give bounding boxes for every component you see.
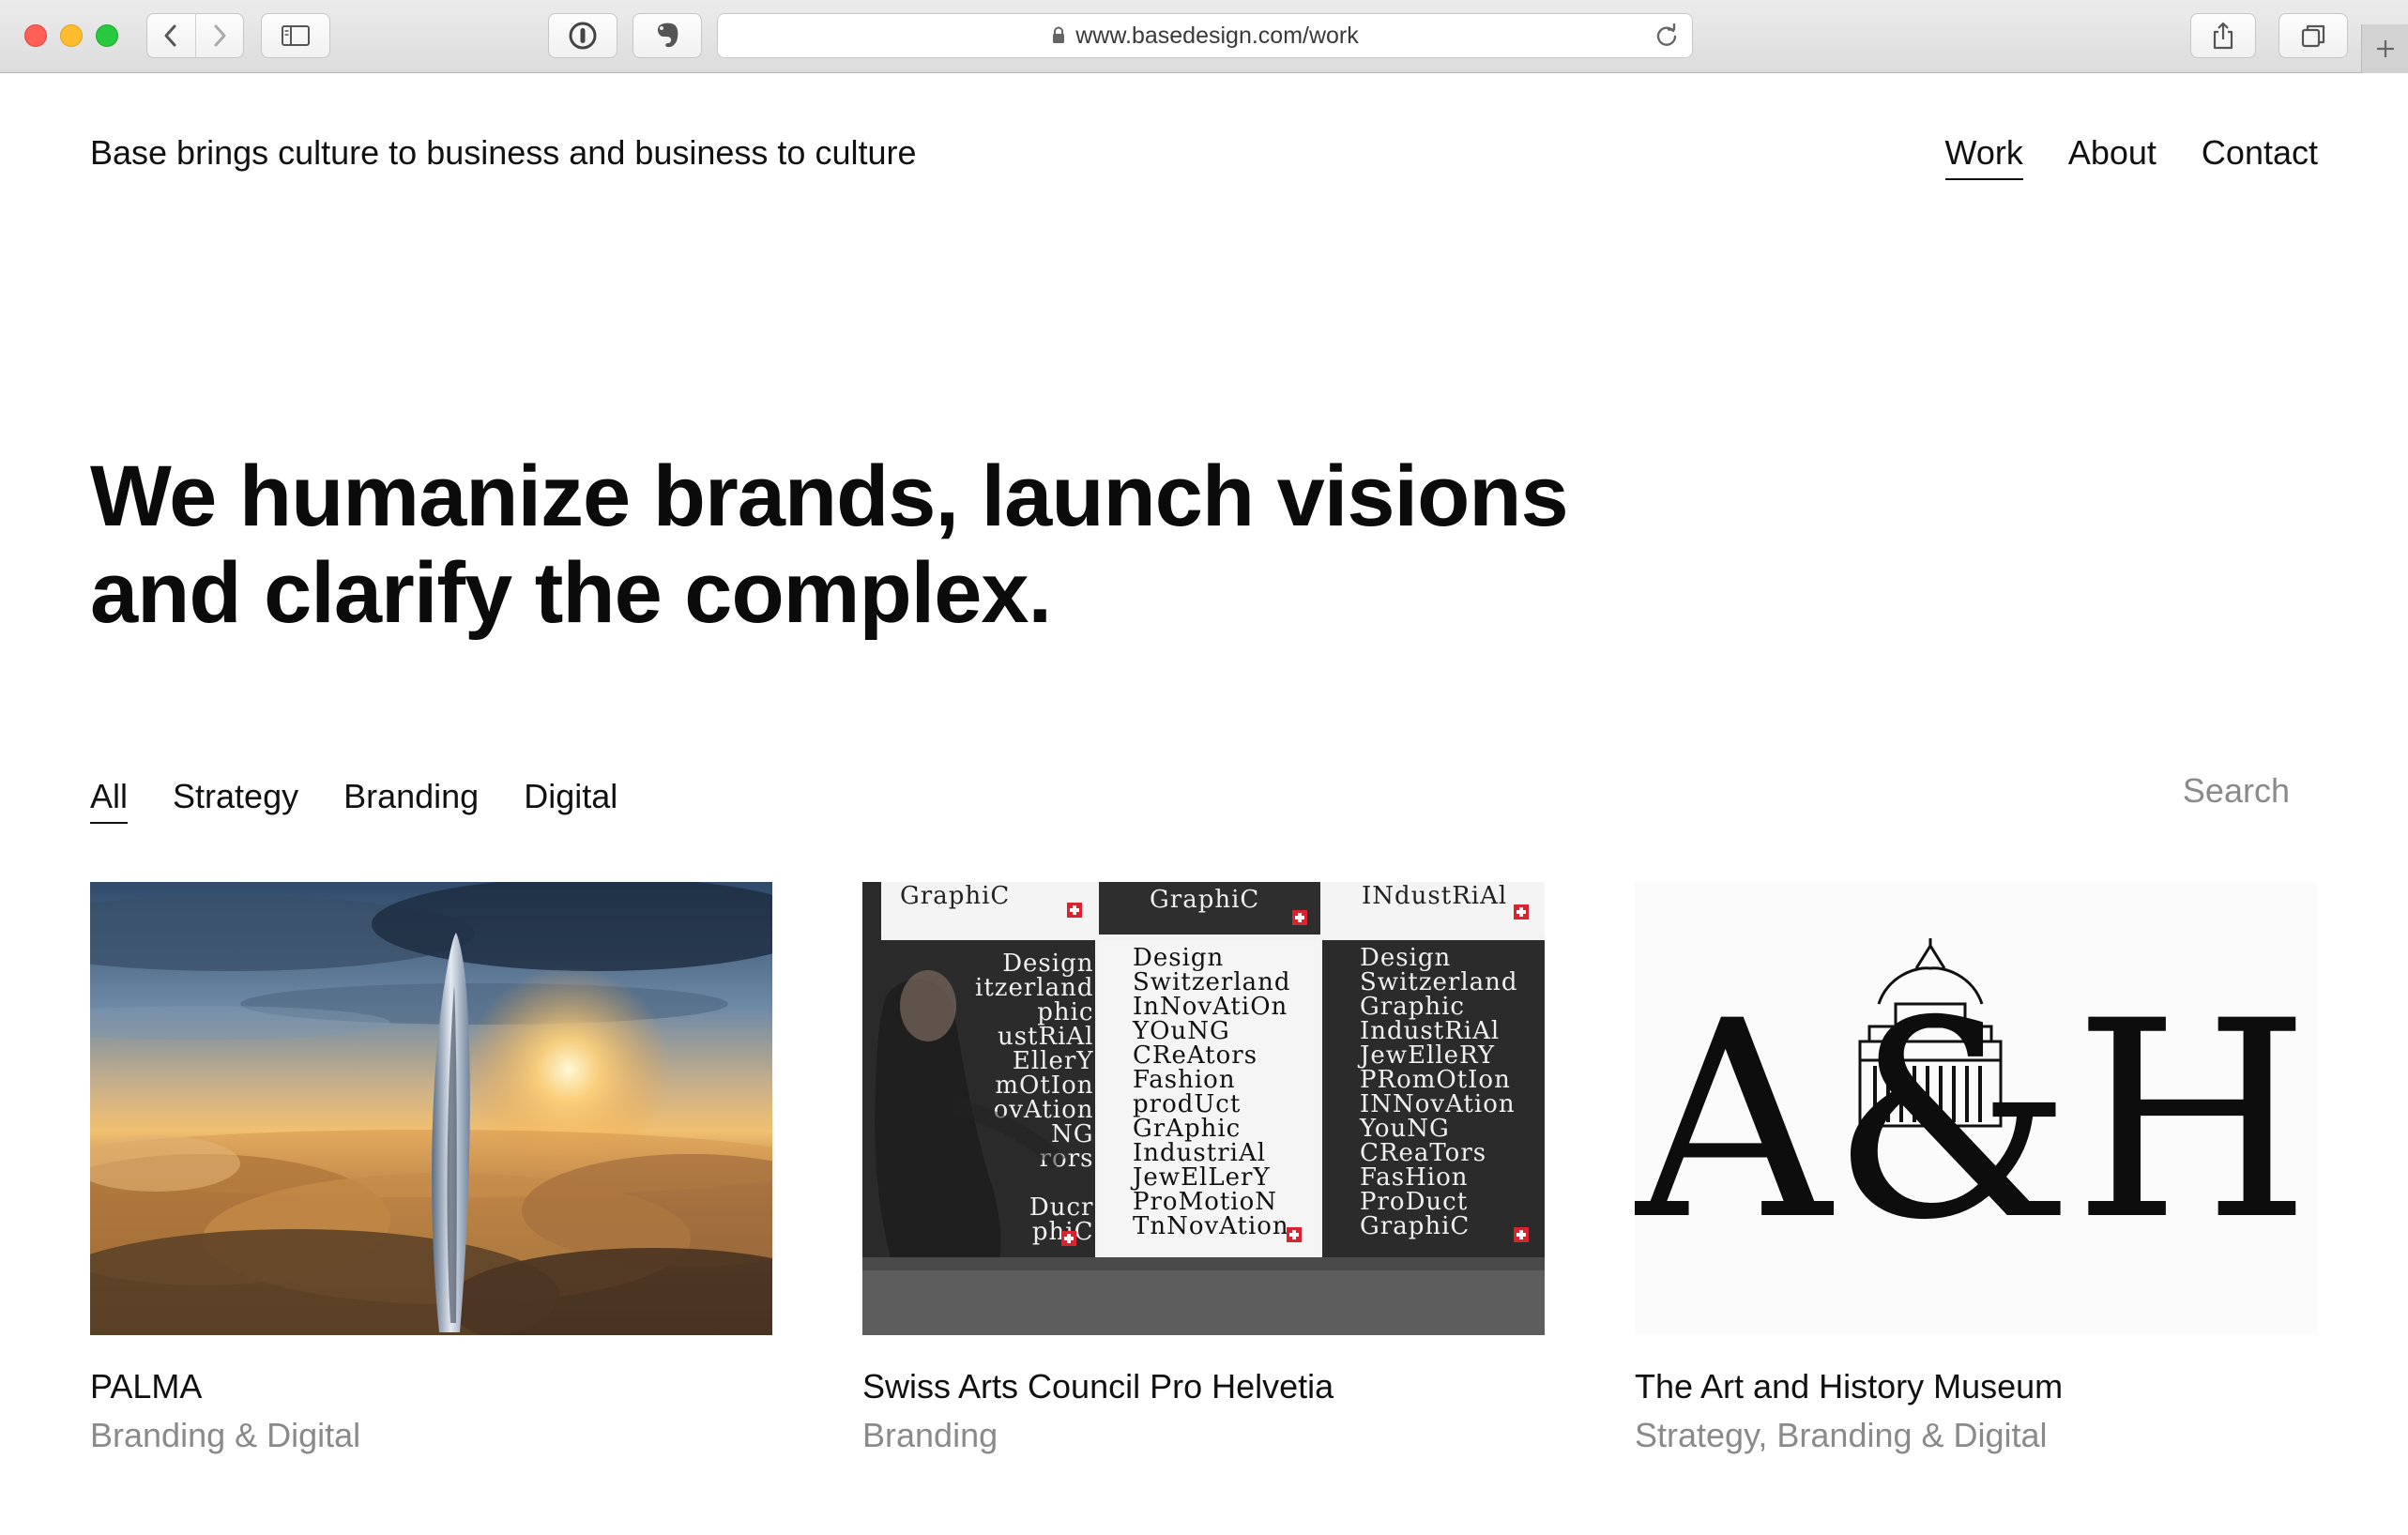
museum-thumbnail[interactable]: A&H xyxy=(1635,882,2317,1335)
site-tagline[interactable]: Base brings culture to business and busi… xyxy=(90,133,917,173)
project-categories: Branding xyxy=(862,1416,998,1454)
nav-contact[interactable]: Contact xyxy=(2202,133,2318,180)
filter-branding[interactable]: Branding xyxy=(343,777,479,824)
browser-toolbar: www.basedesign.com/work xyxy=(0,0,2408,73)
url-text: www.basedesign.com/work xyxy=(1075,22,1359,49)
swiss-cross-marks xyxy=(862,903,1545,1335)
share-button[interactable] xyxy=(2190,13,2256,58)
filter-digital[interactable]: Digital xyxy=(524,777,617,824)
filter-all[interactable]: All xyxy=(90,777,129,824)
hero-line-2: and clarify the complex. xyxy=(90,545,1052,641)
project-card-art-history-museum[interactable]: A&H The Art and History Museum Strategy,… xyxy=(1635,882,2317,1455)
nav-work[interactable]: Work xyxy=(1944,133,2023,180)
share-icon xyxy=(2213,22,2233,50)
nav-about[interactable]: About xyxy=(2068,133,2157,180)
chevron-right-icon xyxy=(214,24,226,47)
project-card-palma[interactable]: PALMA Branding & Digital xyxy=(90,882,772,1455)
hero-line-1: We humanize brands, launch visions xyxy=(90,448,1569,544)
reload-icon[interactable] xyxy=(1654,23,1679,48)
pro-helvetia-thumbnail[interactable]: GraphiC GraphiC INdustRiAl Design itzerl… xyxy=(862,882,1545,1335)
main-nav: Work About Contact xyxy=(1944,133,2318,180)
forward-button[interactable] xyxy=(194,14,243,57)
plus-icon xyxy=(2376,40,2394,57)
swiss-posters-image: GraphiC GraphiC INdustRiAl Design itzerl… xyxy=(862,882,1545,1335)
lock-icon xyxy=(1053,26,1065,43)
elephant-icon xyxy=(657,23,678,48)
filter-strategy[interactable]: Strategy xyxy=(173,777,298,824)
project-card-pro-helvetia[interactable]: GraphiC GraphiC INdustRiAl Design itzerl… xyxy=(862,882,1545,1455)
address-bar[interactable]: www.basedesign.com/work xyxy=(717,13,1693,58)
project-title[interactable]: PALMA xyxy=(90,1367,772,1406)
project-title[interactable]: The Art and History Museum xyxy=(1635,1367,2317,1406)
minimize-window-button[interactable] xyxy=(60,24,83,47)
evernote-extension-button[interactable] xyxy=(632,13,702,58)
sidebar-icon xyxy=(282,25,310,46)
sidebar-toggle-button[interactable] xyxy=(261,13,330,58)
back-button[interactable] xyxy=(147,14,195,57)
tabs-icon xyxy=(2301,24,2325,48)
zoom-window-button[interactable] xyxy=(96,24,118,47)
museum-logo-image: A&H xyxy=(1635,938,2310,1280)
palma-thumbnail[interactable] xyxy=(90,882,772,1335)
history-nav-group xyxy=(146,13,244,58)
close-window-button[interactable] xyxy=(24,24,47,47)
password-manager-button[interactable] xyxy=(548,13,617,58)
chevron-left-icon xyxy=(164,24,176,47)
tab-overview-button[interactable] xyxy=(2278,13,2348,58)
museum-logo-text: A&H xyxy=(1635,964,2310,1280)
project-categories: Branding & Digital xyxy=(90,1416,361,1454)
work-filters: All Strategy Branding Digital xyxy=(90,777,617,824)
palma-tower-image xyxy=(90,882,772,1335)
new-tab-button[interactable] xyxy=(2361,24,2408,73)
hero-headline: We humanize brands, launch visions and c… xyxy=(90,448,1779,642)
project-categories: Strategy, Branding & Digital xyxy=(1635,1416,2048,1454)
search-field[interactable]: Search xyxy=(2046,771,2290,811)
password-key-icon xyxy=(569,22,597,50)
project-title[interactable]: Swiss Arts Council Pro Helvetia xyxy=(862,1367,1545,1406)
